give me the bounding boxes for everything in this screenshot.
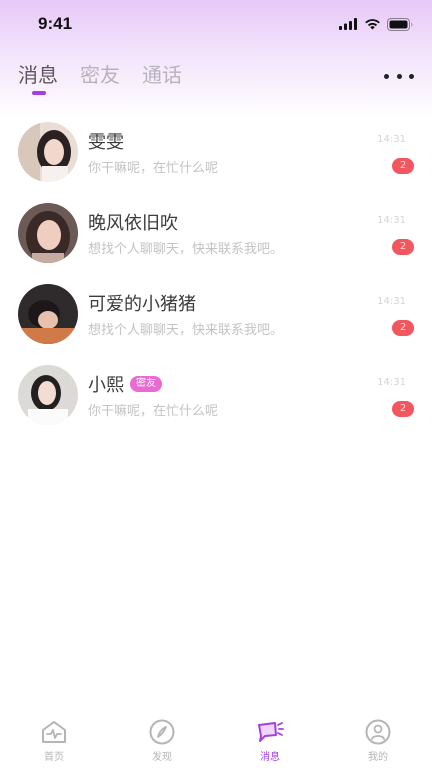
close-friend-tag: 密友 <box>130 376 162 392</box>
avatar[interactable] <box>18 284 78 344</box>
message-icon <box>258 722 284 742</box>
message-time: 14:31 <box>377 134 406 145</box>
nav-item-messages[interactable]: 消息 <box>216 710 324 768</box>
nav-label: 消息 <box>260 752 280 763</box>
nav-item-home[interactable]: 首页 <box>0 710 108 768</box>
status-bar: 9:41 <box>0 0 432 52</box>
message-preview: 想找个人聊聊天，快来联系我吧。 <box>88 242 284 257</box>
avatar[interactable] <box>18 365 78 425</box>
message-time: 14:31 <box>377 215 406 226</box>
conversation-item[interactable]: 小熙 密友 你干嘛呢，在忙什么呢 14:31 2 <box>0 355 432 436</box>
conversation-name: 小熙 密友 <box>88 371 162 397</box>
contact-name: 雯雯 <box>88 132 124 153</box>
tab-close-friends-label: 密友 <box>80 63 120 87</box>
unread-badge: 2 <box>392 320 414 336</box>
nav-item-discover[interactable]: 发现 <box>108 710 216 768</box>
message-preview: 你干嘛呢，在忙什么呢 <box>88 161 219 176</box>
nav-label: 首页 <box>44 752 64 763</box>
conversation-name: 晚风依旧吹 <box>88 209 178 235</box>
status-icons <box>339 16 414 32</box>
battery-icon <box>387 17 413 31</box>
tab-calls[interactable]: 通话 <box>142 60 182 104</box>
profile-icon <box>365 719 391 745</box>
tab-messages-label: 消息 <box>18 63 58 87</box>
conversation-list: 雯雯 你干嘛呢，在忙什么呢 14:31 2 晚风依旧吹 想找个人聊聊天，快来联系… <box>0 112 432 436</box>
conversation-item[interactable]: 可爱的小猪猪 想找个人聊聊天，快来联系我吧。 14:31 2 <box>0 274 432 355</box>
avatar[interactable] <box>18 122 78 182</box>
message-time: 14:31 <box>377 377 406 388</box>
active-tab-indicator <box>32 91 46 95</box>
message-preview: 想找个人聊聊天，快来联系我吧。 <box>88 323 284 338</box>
conversation-name: 可爱的小猪猪 <box>88 290 196 316</box>
contact-name: 小熙 <box>88 375 124 396</box>
tab-messages[interactable]: 消息 <box>18 60 58 104</box>
nav-label: 我的 <box>368 752 388 763</box>
conversation-name: 雯雯 <box>88 128 124 154</box>
wifi-icon <box>365 19 380 30</box>
more-dot <box>396 73 402 79</box>
message-time: 14:31 <box>377 296 406 307</box>
tab-calls-label: 通话 <box>142 63 182 87</box>
more-dot <box>409 73 414 79</box>
nav-label: 发现 <box>152 752 172 763</box>
signal-icon <box>339 18 357 30</box>
unread-badge: 2 <box>392 239 414 255</box>
tab-close-friends[interactable]: 密友 <box>80 60 120 104</box>
more-dot <box>384 73 389 79</box>
unread-badge: 2 <box>392 401 414 417</box>
message-preview: 你干嘛呢，在忙什么呢 <box>88 404 219 419</box>
message-tabs: 消息 密友 通话 <box>18 60 182 104</box>
unread-badge: 2 <box>392 158 414 174</box>
conversation-item[interactable]: 雯雯 你干嘛呢，在忙什么呢 14:31 2 <box>0 112 432 193</box>
bottom-nav: 首页 发现 消息 我的 <box>0 710 432 768</box>
compass-icon <box>149 719 175 745</box>
home-icon <box>42 721 66 743</box>
status-time: 9:41 <box>38 14 73 33</box>
more-horizontal-icon[interactable] <box>384 66 414 86</box>
nav-item-profile[interactable]: 我的 <box>324 710 432 768</box>
conversation-item[interactable]: 晚风依旧吹 想找个人聊聊天，快来联系我吧。 14:31 2 <box>0 193 432 274</box>
avatar[interactable] <box>18 203 78 263</box>
contact-name: 晚风依旧吹 <box>88 213 178 234</box>
contact-name: 可爱的小猪猪 <box>88 294 196 315</box>
